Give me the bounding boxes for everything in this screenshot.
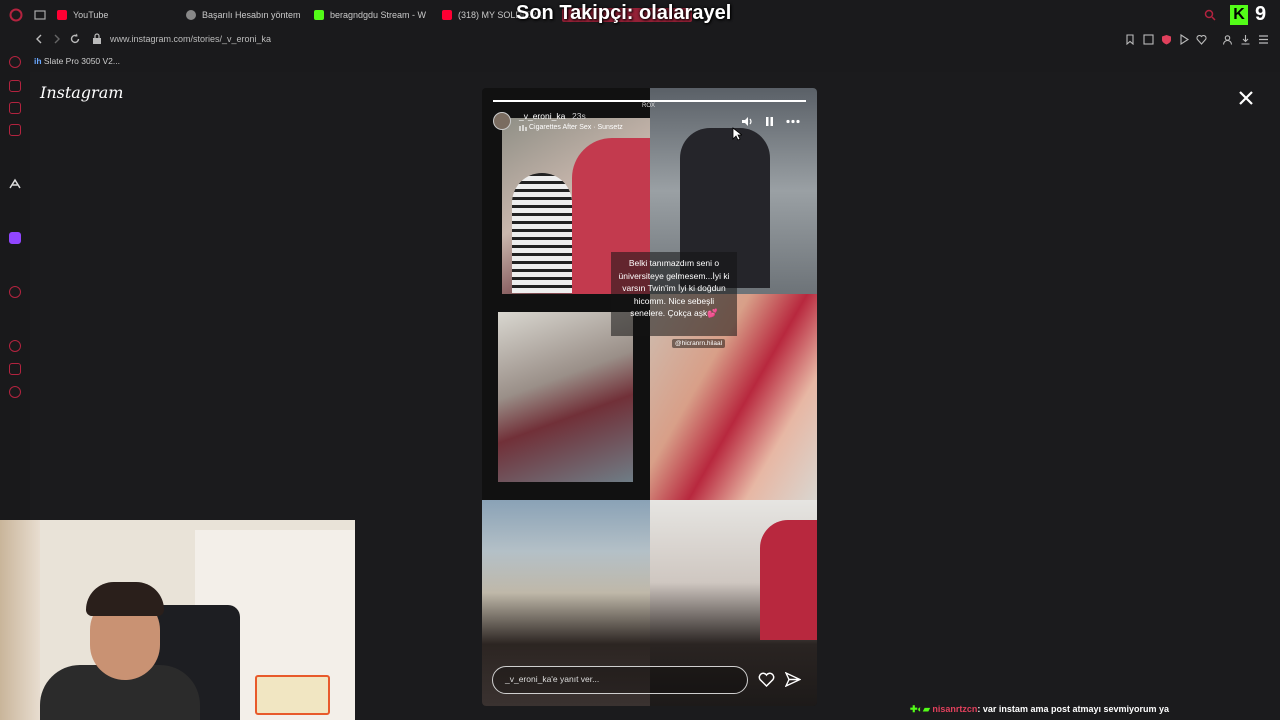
tab-kick-stream[interactable]: beragndgdu Stream - Wa xyxy=(314,6,426,24)
opera-gx-logo-icon[interactable] xyxy=(9,8,23,22)
tab-youtube[interactable]: YouTube xyxy=(57,6,175,24)
music-bars-icon xyxy=(519,125,527,131)
pause-icon[interactable] xyxy=(765,116,774,127)
bookmark-icon[interactable] xyxy=(1125,34,1135,45)
story-progress-bar xyxy=(493,100,806,102)
reload-icon[interactable] xyxy=(69,33,81,45)
like-heart-icon[interactable] xyxy=(758,672,775,687)
last-follower-overlay: Son Takipçi: olalarayel xyxy=(516,2,732,24)
sidebar-gx-icon[interactable] xyxy=(9,56,21,68)
ih-icon: ih xyxy=(34,56,44,66)
tab-label: Başarılı Hesabın yöntemi xyxy=(202,10,300,20)
download-icon[interactable] xyxy=(1240,34,1251,45)
rox-label: ROX xyxy=(642,103,656,109)
story-progress-fill xyxy=(493,100,806,102)
instagram-logo[interactable]: Instagram xyxy=(40,83,123,102)
chat-text: : var instam ama post atmayı sevmiyorum … xyxy=(977,704,1170,714)
tab-label: YouTube xyxy=(73,10,109,20)
search-icon[interactable] xyxy=(1204,9,1216,21)
chat-badges-icon: ✚◐▰ xyxy=(910,704,933,714)
lock-icon[interactable] xyxy=(92,33,102,45)
play-icon[interactable] xyxy=(1179,34,1189,45)
heart-icon[interactable] xyxy=(1196,34,1207,45)
sidebar-gx-corner-icon[interactable] xyxy=(9,102,21,114)
snapshot-icon[interactable] xyxy=(1143,34,1154,45)
sidebar-mail-icon[interactable] xyxy=(9,124,21,136)
url-input[interactable]: www.instagram.com/stories/_v_eroni_ka xyxy=(110,34,271,44)
tab-label: beragndgdu Stream - Wa xyxy=(330,10,426,20)
sidebar-arrow-icon[interactable] xyxy=(9,178,21,190)
kick-viewer-count: 9 xyxy=(1255,3,1267,25)
sidebar-extensions-icon[interactable] xyxy=(9,363,21,375)
bookmark-slate-pro[interactable]: ih Slate Pro 3050 V2... xyxy=(34,56,120,66)
youtube-icon xyxy=(57,10,67,20)
kick-logo-icon: K xyxy=(1230,5,1248,25)
story-song[interactable]: Cigarettes After Sex · Sunsetz xyxy=(529,124,623,131)
avatar[interactable] xyxy=(493,112,511,130)
chat-message: ✚◐▰ nisanrtzcn: var instam ama post atma… xyxy=(910,704,1169,715)
kick-icon xyxy=(314,10,324,20)
story-frame[interactable] xyxy=(482,88,817,706)
collage-photo-3 xyxy=(498,312,633,482)
profile-icon[interactable] xyxy=(1222,34,1233,45)
close-icon[interactable] xyxy=(1236,88,1256,108)
sidebar-settings-icon[interactable] xyxy=(9,386,21,398)
tab-menu-icon[interactable] xyxy=(34,10,46,20)
bookmarks-bar: ih Slate Pro 3050 V2... xyxy=(0,50,1280,72)
youtube-icon xyxy=(442,10,452,20)
webcam-overlay xyxy=(0,520,355,720)
back-icon[interactable] xyxy=(34,34,44,44)
menu-icon[interactable] xyxy=(1258,34,1269,45)
sidebar-store-icon[interactable] xyxy=(9,80,21,92)
send-icon[interactable] xyxy=(785,672,801,687)
story-mention[interactable]: @hicranrn.hilaal xyxy=(672,339,726,348)
shield-icon[interactable] xyxy=(1161,34,1172,45)
sidebar-player-icon[interactable] xyxy=(9,286,21,298)
globe-icon xyxy=(186,10,196,20)
chat-username: nisanrtzcn xyxy=(932,704,978,714)
forward-icon[interactable] xyxy=(52,34,62,44)
mouse-cursor-icon xyxy=(732,127,742,141)
sidebar-twitch-icon[interactable] xyxy=(9,232,21,244)
story-username[interactable]: _v_eroni_ka xyxy=(519,111,565,121)
bookmark-label: Slate Pro 3050 V2... xyxy=(43,56,120,66)
sidebar-history-icon[interactable] xyxy=(9,340,21,352)
reply-input[interactable]: _v_eroni_ka'e yanıt ver... xyxy=(492,666,748,694)
story-timestamp: 23s xyxy=(572,111,586,121)
address-bar-row: www.instagram.com/stories/_v_eroni_ka xyxy=(0,30,1280,50)
tab-basarili[interactable]: Başarılı Hesabın yöntemi xyxy=(186,6,300,24)
more-options-icon[interactable] xyxy=(786,119,800,124)
story-caption: Belki tanımazdım seni o üniversiteye gel… xyxy=(611,252,737,336)
volume-icon[interactable] xyxy=(741,116,754,127)
